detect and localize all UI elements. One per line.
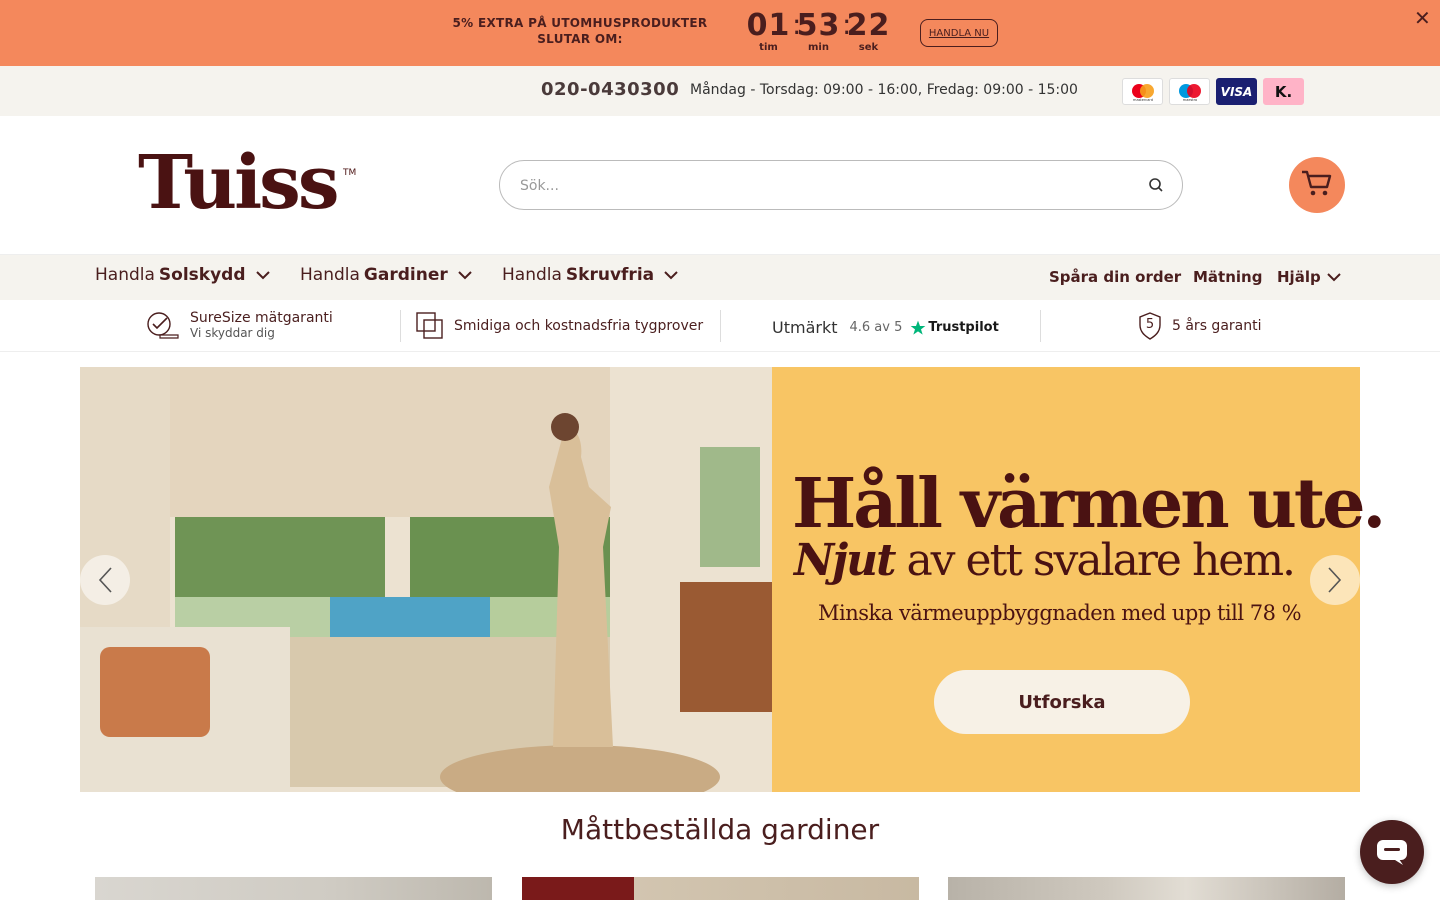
nav-shop-solskydd[interactable]: Handla Solskydd	[95, 265, 270, 285]
search-input[interactable]	[520, 173, 1120, 199]
usp-suresize-sub: Vi skyddar dig	[190, 326, 275, 340]
timer-seconds: 22	[846, 8, 891, 43]
nav-prefix: Handla	[95, 265, 155, 285]
visa-icon: VISA	[1216, 78, 1257, 105]
chevron-down-icon	[664, 270, 678, 279]
divider	[400, 310, 401, 342]
ruler-check-icon	[147, 312, 179, 339]
usp-warranty-text: 5 års garanti	[1172, 318, 1262, 334]
product-tile-image[interactable]	[522, 877, 919, 900]
trustpilot-widget[interactable]: Utmärkt 4.6 av 5 Trustpilot	[772, 318, 999, 337]
shield-icon: 5	[1138, 312, 1162, 340]
opening-hours: Måndag - Torsdag: 09:00 - 16:00, Fredag:…	[690, 82, 1078, 98]
chevron-down-icon	[1326, 272, 1341, 281]
klarna-icon: K.	[1263, 78, 1304, 105]
fabric-swatch-icon	[416, 312, 443, 339]
track-order-link[interactable]: Spåra din order	[1049, 268, 1181, 286]
timer-hours: 01	[746, 8, 791, 43]
timer-minutes: 53	[796, 8, 841, 43]
nav-label: Gardiner	[363, 265, 448, 285]
help-menu[interactable]: Hjälp	[1277, 268, 1341, 286]
cart-icon	[1300, 168, 1334, 202]
countdown-timer: 01 tim : 53 min : 22 sek	[745, 10, 892, 54]
chat-button[interactable]	[1360, 820, 1424, 884]
nav-label: Solskydd	[158, 265, 246, 285]
chevron-down-icon	[458, 270, 472, 279]
hero-sub-italic: Njut	[794, 535, 896, 586]
divider	[720, 310, 721, 342]
divider	[1040, 310, 1041, 342]
nav-prefix: Handla	[502, 265, 562, 285]
payment-methods: mastercard maestro VISA K.	[1122, 78, 1304, 105]
hero-image	[80, 367, 772, 792]
promo-bar	[0, 0, 1440, 66]
chevron-left-icon	[98, 567, 112, 593]
maestro-label: maestro	[1182, 98, 1196, 102]
chat-bubble-icon	[1377, 840, 1407, 865]
section-title: Måttbeställda gardiner	[560, 813, 880, 846]
mastercard-icon: mastercard	[1122, 78, 1163, 105]
chevron-down-icon	[255, 270, 270, 279]
shop-now-button[interactable]: HANDLA NU	[920, 19, 998, 47]
phone-number[interactable]: 020-0430300	[541, 79, 679, 100]
explore-button[interactable]: Utforska	[934, 670, 1190, 734]
nav-prefix: Handla	[300, 265, 360, 285]
maestro-icon: maestro	[1169, 78, 1210, 105]
nav-shop-gardiner[interactable]: Handla Gardiner	[300, 265, 472, 285]
hero-sub-rest: av ett svalare hem.	[894, 535, 1296, 586]
trustpilot-brand: Trustpilot	[928, 320, 999, 335]
trustpilot-logo: Trustpilot	[910, 320, 999, 336]
carousel-prev-button[interactable]	[80, 555, 130, 605]
search-box[interactable]	[499, 160, 1183, 210]
help-label: Hjälp	[1277, 268, 1321, 286]
star-icon	[911, 320, 926, 335]
cart-button[interactable]	[1289, 157, 1345, 213]
trademark: TM	[343, 168, 357, 178]
measuring-link[interactable]: Mätning	[1193, 268, 1262, 286]
product-tile-image[interactable]	[95, 877, 492, 900]
shield-number: 5	[1145, 317, 1155, 332]
promo-text: 5% EXTRA PÅ UTOMHUSPRODUKTER SLUTAR OM:	[452, 16, 708, 46]
search-icon[interactable]	[1148, 177, 1164, 197]
usp-warranty: 5 5 års garanti	[1138, 312, 1262, 340]
usp-suresize-title: SureSize mätgaranti	[190, 310, 333, 326]
close-icon[interactable]: ✕	[1414, 6, 1431, 30]
usp-samples-text: Smidiga och kostnadsfria tygprover	[454, 318, 704, 334]
nav-label: Skruvfria	[565, 265, 655, 285]
mastercard-label: mastercard	[1133, 98, 1153, 102]
timer-minutes-label: min	[808, 42, 829, 53]
trustpilot-score: 4.6 av 5	[849, 320, 903, 335]
timer-hours-label: tim	[759, 42, 778, 53]
usp-samples: Smidiga och kostnadsfria tygprover	[416, 312, 703, 340]
carousel-next-button[interactable]	[1310, 555, 1360, 605]
nav-shop-skruvfria[interactable]: Handla Skruvfria	[502, 265, 678, 285]
usp-suresize: SureSize mätgaranti Vi skyddar dig	[146, 310, 333, 340]
timer-seconds-label: sek	[858, 42, 879, 53]
hero-subheadline: Njut av ett svalare hem.	[794, 533, 1296, 589]
product-tile-image[interactable]	[948, 877, 1345, 900]
hero-tagline: Minska värmeuppbyggnaden med upp till 78…	[818, 601, 1302, 625]
hero-headline: Håll värmen ute.	[792, 464, 1386, 544]
logo[interactable]: Tuiss	[138, 138, 340, 228]
trustpilot-rating-word: Utmärkt	[772, 318, 838, 337]
chevron-right-icon	[1328, 567, 1342, 593]
